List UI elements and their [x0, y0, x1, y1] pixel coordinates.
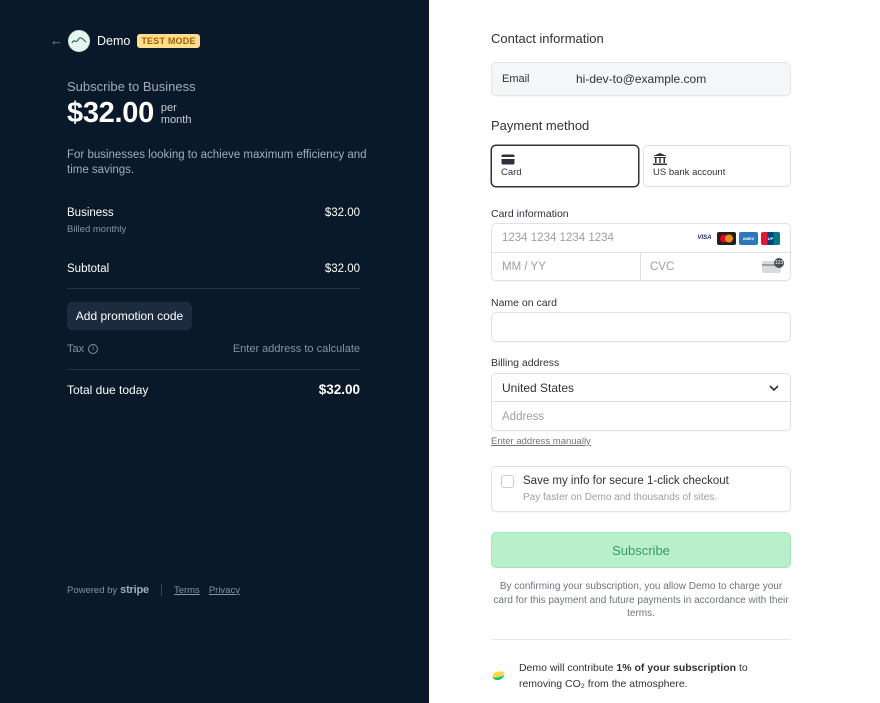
subtotal-row: Subtotal $32.00	[67, 263, 360, 275]
contact-section-title: Contact information	[491, 31, 604, 46]
address-placeholder: Address	[502, 410, 545, 423]
brand-name: Demo	[97, 34, 131, 48]
mastercard-icon	[717, 231, 736, 245]
save-info-title: Save my info for secure 1-click checkout	[523, 475, 729, 487]
bank-icon	[653, 152, 781, 165]
climate-text-bold: 1% of your subscription	[616, 662, 737, 674]
address-input[interactable]: Address	[492, 402, 790, 431]
email-label: Email	[502, 73, 530, 85]
line-item-business: Business $32.00	[67, 207, 360, 219]
subscription-terms: By confirming your subscription, you all…	[493, 581, 789, 619]
footer-separator	[160, 584, 162, 596]
climate-leaf-icon	[492, 671, 505, 681]
line-item-name: Business	[67, 207, 114, 219]
subtotal-label: Subtotal	[67, 263, 110, 275]
card-icon	[501, 152, 629, 165]
billing-period: per month	[161, 102, 192, 126]
logo-mark-icon	[71, 37, 87, 44]
tab-us-bank-account[interactable]: US bank account	[643, 145, 791, 187]
terms-link[interactable]: Terms	[174, 585, 200, 596]
billing-address-field: United States Address	[491, 373, 791, 431]
chevron-down-icon	[769, 384, 779, 391]
climate-contribution: Demo will contribute 1% of your subscrip…	[491, 660, 791, 692]
name-on-card-input[interactable]	[491, 312, 791, 342]
card-number-input[interactable]: 1234 1234 1234 1234 VISA AMEX UP	[492, 224, 790, 253]
subscribe-title: Subscribe to Business	[67, 79, 196, 94]
total-label: Total due today	[67, 382, 149, 397]
billing-address-label: Billing address	[491, 357, 560, 369]
line-item-amount: $32.00	[324, 207, 360, 219]
divider	[491, 639, 791, 640]
add-promotion-code-button[interactable]: Add promotion code	[67, 302, 192, 330]
price-amount: $32.00	[67, 97, 154, 129]
price-row: $32.00 per month	[67, 97, 191, 130]
period-per: per	[160, 101, 177, 114]
cvc-placeholder: CVC	[650, 261, 675, 273]
divider	[67, 369, 360, 370]
email-value: hi-dev-to@example.com	[576, 72, 707, 86]
tax-row: Tax i Enter address to calculate	[67, 343, 360, 355]
tax-value: Enter address to calculate	[232, 343, 360, 355]
unionpay-icon: UP	[761, 231, 780, 245]
powered-by-label: Powered by	[67, 584, 118, 596]
email-field[interactable]: Email hi-dev-to@example.com	[491, 62, 791, 96]
tab-bank-label: US bank account	[653, 167, 726, 178]
card-brands: VISA AMEX UP	[695, 231, 780, 245]
billing-frequency: Billed monthly	[67, 224, 127, 235]
plan-description: For businesses looking to achieve maximu…	[67, 149, 367, 176]
top-bar: ← Demo TEST MODE	[50, 30, 200, 52]
tab-card[interactable]: Card	[491, 145, 639, 187]
save-info-checkbox[interactable]	[501, 475, 514, 488]
climate-text-before: Demo will contribute	[518, 662, 614, 674]
expiry-input[interactable]: MM / YY	[492, 253, 641, 281]
save-info-option[interactable]: Save my info for secure 1-click checkout…	[491, 466, 791, 512]
subtotal-amount: $32.00	[324, 263, 360, 275]
payment-section-title: Payment method	[491, 118, 590, 133]
stripe-logo[interactable]: stripe	[120, 584, 149, 596]
test-mode-badge: TEST MODE	[137, 34, 200, 48]
expiry-placeholder: MM / YY	[502, 261, 546, 273]
cvc-card-icon: 123	[762, 258, 784, 273]
checkout-form-panel: Contact information Email hi-dev-to@exam…	[429, 0, 880, 703]
total-amount: $32.00	[318, 382, 360, 397]
total-row: Total due today $32.00	[67, 382, 360, 397]
tax-label: Tax	[67, 343, 85, 355]
order-summary-panel: ← Demo TEST MODE Subscribe to Business $…	[0, 0, 429, 703]
card-information-label: Card information	[491, 208, 569, 220]
footer: Powered by stripe Terms Privacy	[67, 584, 249, 596]
climate-text: Demo will contribute 1% of your subscrip…	[519, 660, 791, 692]
country-select[interactable]: United States	[492, 374, 790, 402]
period-month: month	[160, 113, 192, 126]
info-icon[interactable]: i	[88, 344, 99, 354]
privacy-link[interactable]: Privacy	[209, 585, 240, 596]
visa-icon: VISA	[697, 235, 712, 241]
cvc-input[interactable]: CVC 123	[641, 253, 790, 281]
divider	[67, 288, 360, 289]
amex-icon: AMEX	[739, 231, 758, 245]
subscribe-button[interactable]: Subscribe	[491, 532, 791, 568]
enter-address-manually-link[interactable]: Enter address manually	[491, 436, 591, 447]
tab-card-label: Card	[501, 167, 522, 178]
name-on-card-label: Name on card	[491, 297, 557, 309]
save-info-subtitle: Pay faster on Demo and thousands of site…	[523, 492, 717, 503]
card-number-placeholder: 1234 1234 1234 1234	[502, 232, 614, 244]
brand-logo	[68, 30, 90, 52]
tax-label-group: Tax i	[67, 343, 99, 355]
back-arrow-icon[interactable]: ←	[50, 34, 64, 48]
card-information-field: 1234 1234 1234 1234 VISA AMEX UP MM / YY…	[491, 223, 791, 281]
country-value: United States	[502, 380, 575, 395]
